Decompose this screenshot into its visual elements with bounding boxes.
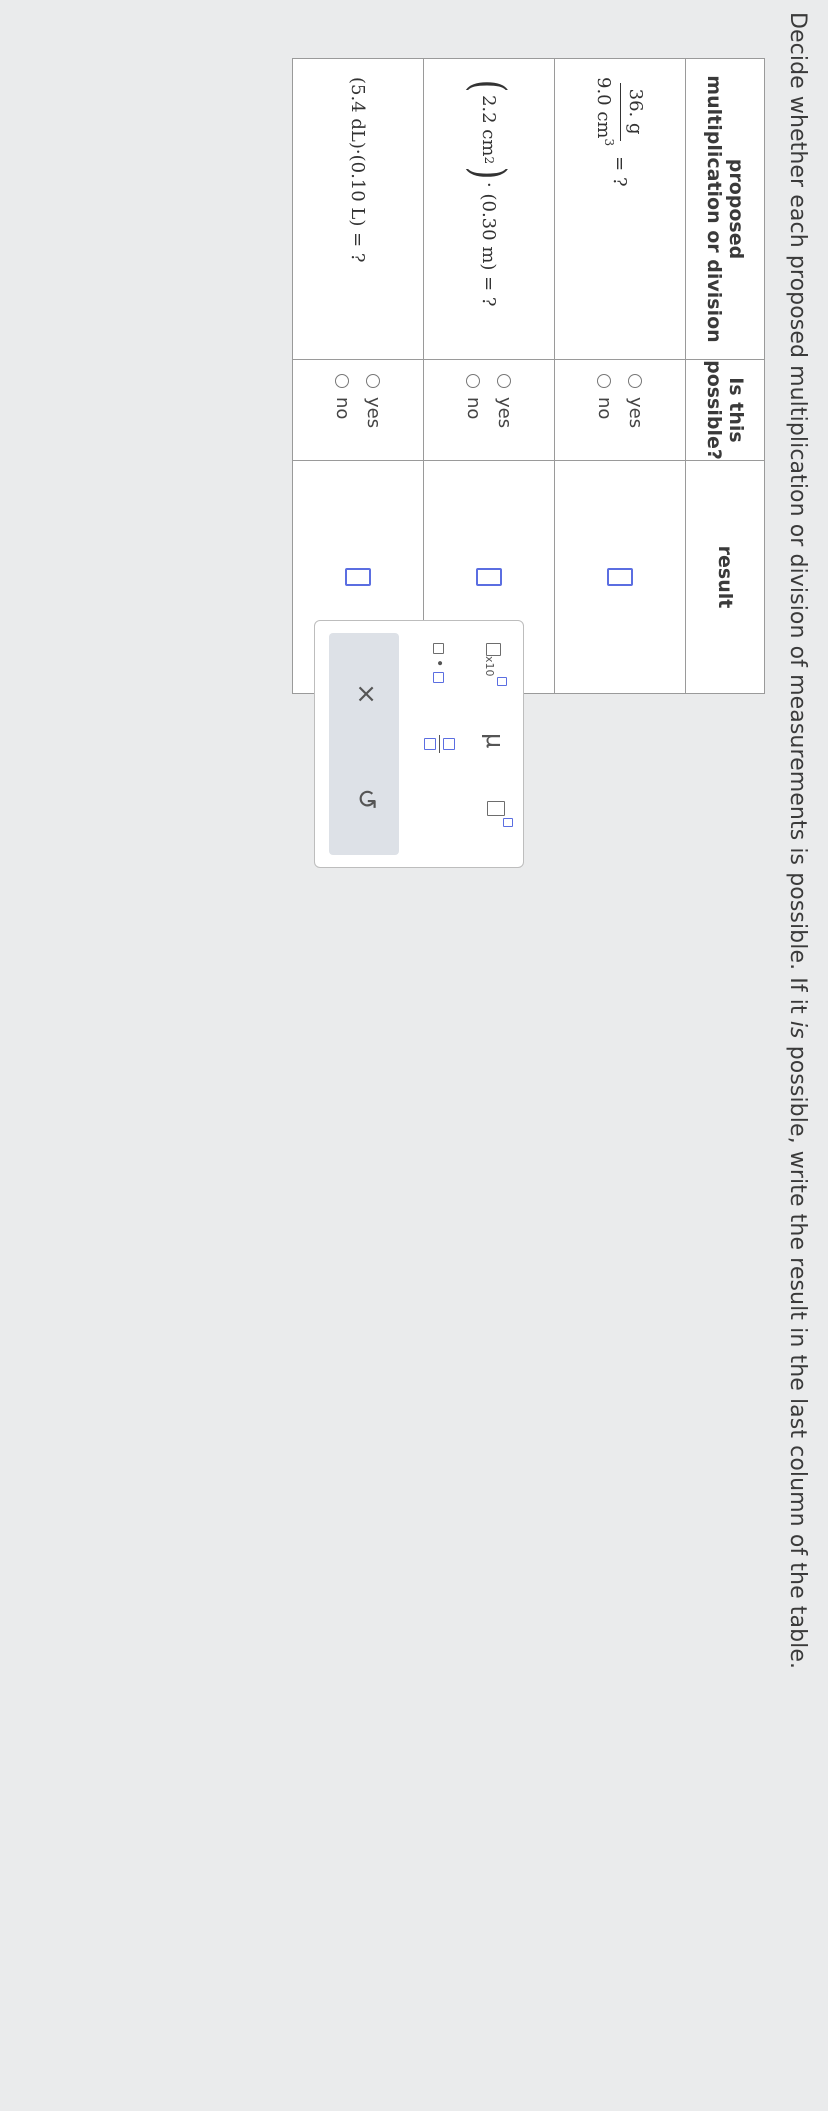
radio-circle-icon[interactable] xyxy=(335,374,350,388)
radio-no-1[interactable]: no xyxy=(594,374,615,460)
problem-table: proposed multiplication or division Is t… xyxy=(292,58,765,694)
radio-label-yes: yes xyxy=(625,397,646,429)
fraction: 36. g 9.0 cm3 xyxy=(594,77,647,146)
mu-button[interactable]: μ xyxy=(481,733,509,748)
radio-circle-icon[interactable] xyxy=(597,374,612,388)
radio-group-1: yes no xyxy=(594,360,646,460)
numerator-box-icon xyxy=(443,738,455,750)
proposed-cell-1: 36. g 9.0 cm3 = ? xyxy=(554,58,686,360)
right-paren: ) xyxy=(462,166,516,180)
superscript-button[interactable] xyxy=(483,801,513,827)
instructions-text-2: possible, write the result in the last c… xyxy=(785,1038,810,1670)
expression-1: 36. g 9.0 cm3 = ? xyxy=(594,59,647,359)
undo-icon[interactable]: ↺ xyxy=(351,788,381,810)
radio-yes-3[interactable]: yes xyxy=(363,374,384,460)
radio-circle-icon[interactable] xyxy=(628,374,643,388)
radio-label-yes: yes xyxy=(363,397,384,429)
instructions: Decide whether each proposed multiplicat… xyxy=(785,12,810,1669)
instructions-emphasis: is xyxy=(785,1020,810,1039)
fraction-bar-icon xyxy=(439,735,440,753)
radio-label-no: no xyxy=(332,397,353,420)
radio-group-2: yes no xyxy=(463,360,515,460)
radio-circle-icon[interactable] xyxy=(497,374,512,388)
radio-circle-icon[interactable] xyxy=(466,374,481,388)
expression-tail: = ? xyxy=(609,156,631,187)
table-header-row: proposed multiplication or division Is t… xyxy=(685,58,765,694)
header-proposed-line2: multiplication or division xyxy=(703,75,725,343)
header-possible-line2: possible? xyxy=(703,360,725,460)
expression-base: 2.2 cm xyxy=(478,94,500,157)
exponent-box-icon xyxy=(497,676,507,686)
radio-group-3: yes no xyxy=(332,360,384,460)
math-toolbox: x10 μ • × ↺ xyxy=(314,620,524,868)
denominator-box-icon xyxy=(424,738,436,750)
toolbox-action-bar: × ↺ xyxy=(329,633,399,855)
denominator-value: 9.0 cm xyxy=(593,77,615,139)
radio-no-3[interactable]: no xyxy=(332,374,353,460)
possible-cell-2: yes no xyxy=(423,359,555,461)
table-row: ( 2.2 cm 2 ) · (0.30 m) = ? yes no xyxy=(423,58,555,694)
radio-label-no: no xyxy=(463,397,484,420)
possible-cell-1: yes no xyxy=(554,359,686,461)
close-icon[interactable]: × xyxy=(351,683,381,705)
header-possible: Is this possible? xyxy=(685,359,765,461)
radio-label-yes: yes xyxy=(494,397,515,429)
proposed-cell-2: ( 2.2 cm 2 ) · (0.30 m) = ? xyxy=(423,58,555,360)
expression-text: (5.4 dL)·(0.10 L) = ? xyxy=(347,77,369,263)
box-icon xyxy=(433,643,445,654)
box-icon xyxy=(486,643,501,656)
header-proposed: proposed multiplication or division xyxy=(685,58,765,360)
expression-2: ( 2.2 cm 2 ) · (0.30 m) = ? xyxy=(462,59,516,359)
header-possible-line1: Is this xyxy=(725,377,747,443)
possible-cell-3: yes no xyxy=(292,359,424,461)
page: Decide whether each proposed multiplicat… xyxy=(0,0,828,2111)
box-icon xyxy=(433,672,445,684)
proposed-cell-3: (5.4 dL)·(0.10 L) = ? xyxy=(292,58,424,360)
fraction-numerator: 36. g xyxy=(620,82,647,141)
expression-exponent: 2 xyxy=(482,156,496,165)
radio-no-2[interactable]: no xyxy=(463,374,484,460)
radio-yes-1[interactable]: yes xyxy=(625,374,646,460)
radio-label-no: no xyxy=(594,397,615,420)
result-input-3[interactable] xyxy=(345,568,371,586)
scientific-notation-button[interactable]: x10 xyxy=(482,643,507,686)
fraction-denominator: 9.0 cm3 xyxy=(594,77,621,146)
left-paren: ( xyxy=(462,79,516,93)
instructions-text-1: Decide whether each proposed multiplicat… xyxy=(785,12,810,1021)
dot-icon: • xyxy=(431,659,447,668)
radio-circle-icon[interactable] xyxy=(366,374,381,388)
result-input-2[interactable] xyxy=(476,568,502,586)
result-cell-1 xyxy=(554,460,686,694)
table-row: (5.4 dL)·(0.10 L) = ? yes no xyxy=(292,58,424,694)
radio-yes-2[interactable]: yes xyxy=(494,374,515,460)
header-result: result xyxy=(685,460,765,694)
table-row: 36. g 9.0 cm3 = ? yes no xyxy=(554,58,686,694)
exponent-box-icon xyxy=(503,818,513,827)
denominator-exponent: 3 xyxy=(602,138,617,147)
box-icon xyxy=(487,801,505,816)
x10-label: x10 xyxy=(483,656,496,677)
result-input-1[interactable] xyxy=(607,568,633,586)
multiply-button[interactable]: • xyxy=(431,643,447,684)
fraction-button[interactable] xyxy=(424,735,455,753)
header-proposed-line1: proposed xyxy=(725,158,747,260)
expression-rest: · (0.30 m) = ? xyxy=(478,182,500,307)
expression-3: (5.4 dL)·(0.10 L) = ? xyxy=(348,59,369,359)
